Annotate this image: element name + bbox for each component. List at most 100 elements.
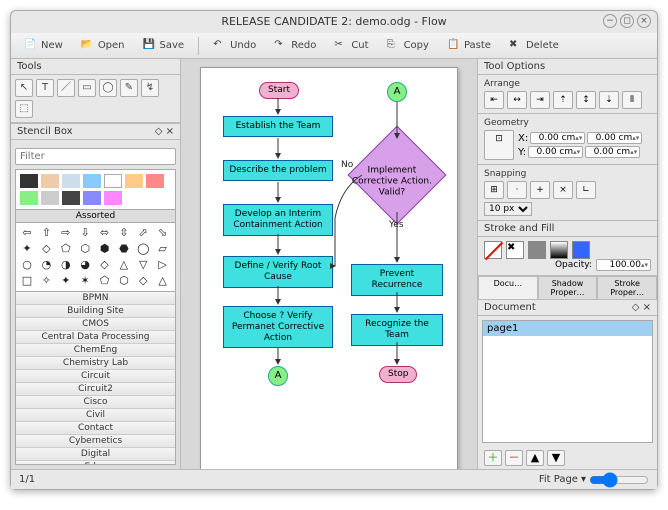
shape-icon[interactable]: ◕: [77, 258, 93, 272]
copy-button[interactable]: ⎘Copy: [380, 36, 436, 56]
pointer-tool-icon[interactable]: ↖: [15, 79, 33, 97]
category-item[interactable]: Circuit: [16, 370, 175, 383]
cut-button[interactable]: ✂Cut: [327, 36, 375, 56]
category-item[interactable]: Cybernetics: [16, 435, 175, 448]
category-item[interactable]: Edpc: [16, 461, 175, 465]
shape-icon[interactable]: ⇧: [38, 226, 54, 240]
zoom-slider[interactable]: [589, 472, 649, 488]
category-item[interactable]: ChemEng: [16, 344, 175, 357]
shape-icon[interactable]: ○: [19, 258, 35, 272]
select-tool-icon[interactable]: ⬚: [15, 100, 33, 118]
shape-icon[interactable]: ▽: [135, 258, 151, 272]
distribute-icon[interactable]: ⫴: [622, 91, 642, 109]
shape-icon[interactable]: ✦: [19, 242, 35, 256]
swatch[interactable]: [20, 191, 38, 205]
align-left-icon[interactable]: ⇤: [484, 91, 504, 109]
shape-icon[interactable]: ⬄: [97, 226, 113, 240]
swatch[interactable]: [83, 191, 101, 205]
snap-icon[interactable]: ⊞: [484, 181, 504, 199]
page-up-icon[interactable]: ▲: [526, 450, 544, 466]
page-item[interactable]: page1: [483, 321, 652, 336]
color-swatch[interactable]: [572, 241, 590, 259]
shape-icon[interactable]: ⬠: [58, 242, 74, 256]
save-button[interactable]: 💾Save: [136, 36, 192, 56]
tab-document[interactable]: Docu…: [478, 276, 538, 299]
gradient-swatch[interactable]: [550, 241, 568, 259]
fill-swatch[interactable]: [528, 241, 546, 259]
category-item[interactable]: Cisco: [16, 396, 175, 409]
shape-icon[interactable]: ◇: [135, 274, 151, 288]
anchor-widget[interactable]: ⊡: [484, 130, 514, 160]
add-page-icon[interactable]: ＋: [484, 450, 502, 466]
line-tool-icon[interactable]: ／: [57, 79, 75, 97]
shape-icon[interactable]: ✧: [38, 274, 54, 288]
h-spinner[interactable]: ▴▾: [585, 146, 640, 158]
align-center-icon[interactable]: ↔: [507, 91, 527, 109]
category-item[interactable]: Civil: [16, 409, 175, 422]
tab-stroke[interactable]: Stroke Proper…: [597, 276, 657, 299]
shape-icon[interactable]: ⬂: [155, 226, 171, 240]
close-icon[interactable]: ×: [637, 14, 651, 28]
w-spinner[interactable]: ▴▾: [587, 132, 642, 144]
category-item[interactable]: Building Site: [16, 305, 175, 318]
swatch[interactable]: [104, 174, 122, 188]
fill-swatch[interactable]: ✖: [506, 241, 524, 259]
text-tool-icon[interactable]: T: [36, 79, 54, 97]
shape-icon[interactable]: ◯: [135, 242, 151, 256]
shape-icon[interactable]: △: [155, 274, 171, 288]
category-list[interactable]: BPMNBuilding SiteCMOSCentral Data Proces…: [15, 292, 176, 465]
tab-shadow[interactable]: Shadow Proper…: [538, 276, 598, 299]
zoom-dropdown-icon[interactable]: ▾: [581, 474, 586, 485]
redo-button[interactable]: ↷Redo: [267, 36, 323, 56]
y-spinner[interactable]: ▴▾: [528, 146, 583, 158]
category-item[interactable]: BPMN: [16, 292, 175, 305]
swatch[interactable]: [146, 174, 164, 188]
align-bottom-icon[interactable]: ⇣: [599, 91, 619, 109]
paste-button[interactable]: 📋Paste: [440, 36, 498, 56]
snap-icon[interactable]: ·: [507, 181, 527, 199]
brush-tool-icon[interactable]: ✎: [120, 79, 138, 97]
shape-icon[interactable]: ◑: [58, 258, 74, 272]
swatch[interactable]: [125, 174, 143, 188]
category-item[interactable]: Circuit2: [16, 383, 175, 396]
align-top-icon[interactable]: ⇡: [553, 91, 573, 109]
shape-icon[interactable]: ⬡: [77, 242, 93, 256]
zoom-mode-label[interactable]: Fit Page: [539, 474, 578, 485]
shape-icon[interactable]: ⬣: [116, 242, 132, 256]
swatch[interactable]: [83, 174, 101, 188]
page[interactable]: Start A Establish the Team Describe the …: [200, 67, 458, 469]
snap-icon[interactable]: ×: [553, 181, 573, 199]
swatch[interactable]: [62, 191, 80, 205]
remove-page-icon[interactable]: －: [505, 450, 523, 466]
shape-icon[interactable]: ◇: [38, 242, 54, 256]
x-spinner[interactable]: ▴▾: [530, 132, 585, 144]
shape-icon[interactable]: ⬠: [97, 274, 113, 288]
swatch[interactable]: [62, 174, 80, 188]
category-item[interactable]: Central Data Processing: [16, 331, 175, 344]
snap-icon[interactable]: +: [530, 181, 550, 199]
shape-icon[interactable]: ◇: [97, 258, 113, 272]
snap-distance-select[interactable]: 10 px: [484, 202, 532, 216]
swatch[interactable]: [104, 191, 122, 205]
ellipse-tool-icon[interactable]: ◯: [99, 79, 117, 97]
shape-icon[interactable]: ⇳: [116, 226, 132, 240]
document-pages-list[interactable]: page1: [482, 320, 653, 443]
maximize-icon[interactable]: ◻: [620, 14, 634, 28]
stencil-filter-input[interactable]: [15, 148, 176, 165]
shape-icon[interactable]: ⇦: [19, 226, 35, 240]
panel-close-icon[interactable]: ◇ ×: [632, 302, 651, 313]
no-fill-swatch[interactable]: [484, 241, 502, 259]
shape-icon[interactable]: △: [116, 258, 132, 272]
rect-tool-icon[interactable]: ▭: [78, 79, 96, 97]
swatch[interactable]: [20, 174, 38, 188]
swatch[interactable]: [41, 191, 59, 205]
shape-icon[interactable]: ⇨: [58, 226, 74, 240]
snap-icon[interactable]: ∟: [576, 181, 596, 199]
shape-icon[interactable]: ⬡: [116, 274, 132, 288]
undo-button[interactable]: ↶Undo: [206, 36, 263, 56]
category-item[interactable]: Chemistry Lab: [16, 357, 175, 370]
shape-icon[interactable]: ⇩: [77, 226, 93, 240]
category-item[interactable]: Digital: [16, 448, 175, 461]
minimize-icon[interactable]: −: [603, 14, 617, 28]
shape-icon[interactable]: ▱: [155, 242, 171, 256]
